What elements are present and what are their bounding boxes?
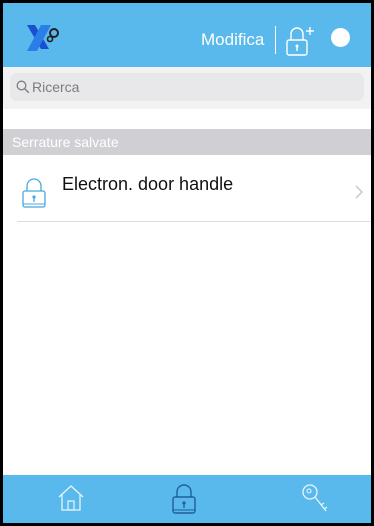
search-bar-container (3, 67, 371, 109)
lock-icon (22, 178, 46, 208)
add-lock-icon[interactable] (284, 24, 318, 58)
lock-list-item[interactable]: Electron. door handle (3, 159, 371, 221)
search-field[interactable] (10, 73, 364, 101)
bottom-tab-bar (3, 475, 371, 523)
home-icon (58, 485, 84, 511)
section-title: Serrature salvate (12, 134, 119, 150)
tab-locks[interactable] (145, 475, 225, 523)
list-divider (17, 221, 371, 222)
top-navigation-bar: Modifica (3, 3, 371, 67)
key-icon (302, 484, 328, 512)
tab-home[interactable] (31, 475, 111, 523)
search-input[interactable] (32, 73, 352, 101)
tab-keys[interactable] (275, 475, 355, 523)
app-screen: Modifica Serrature salvate (3, 3, 371, 523)
search-icon (16, 80, 30, 94)
header-divider (275, 26, 276, 54)
chevron-right-icon (355, 185, 363, 199)
status-dot (331, 28, 350, 47)
brand-logo-icon (27, 25, 59, 51)
lock-name: Electron. door handle (62, 174, 234, 194)
edit-button[interactable]: Modifica (201, 30, 264, 50)
lock-icon (172, 484, 196, 514)
section-header: Serrature salvate (3, 129, 371, 155)
